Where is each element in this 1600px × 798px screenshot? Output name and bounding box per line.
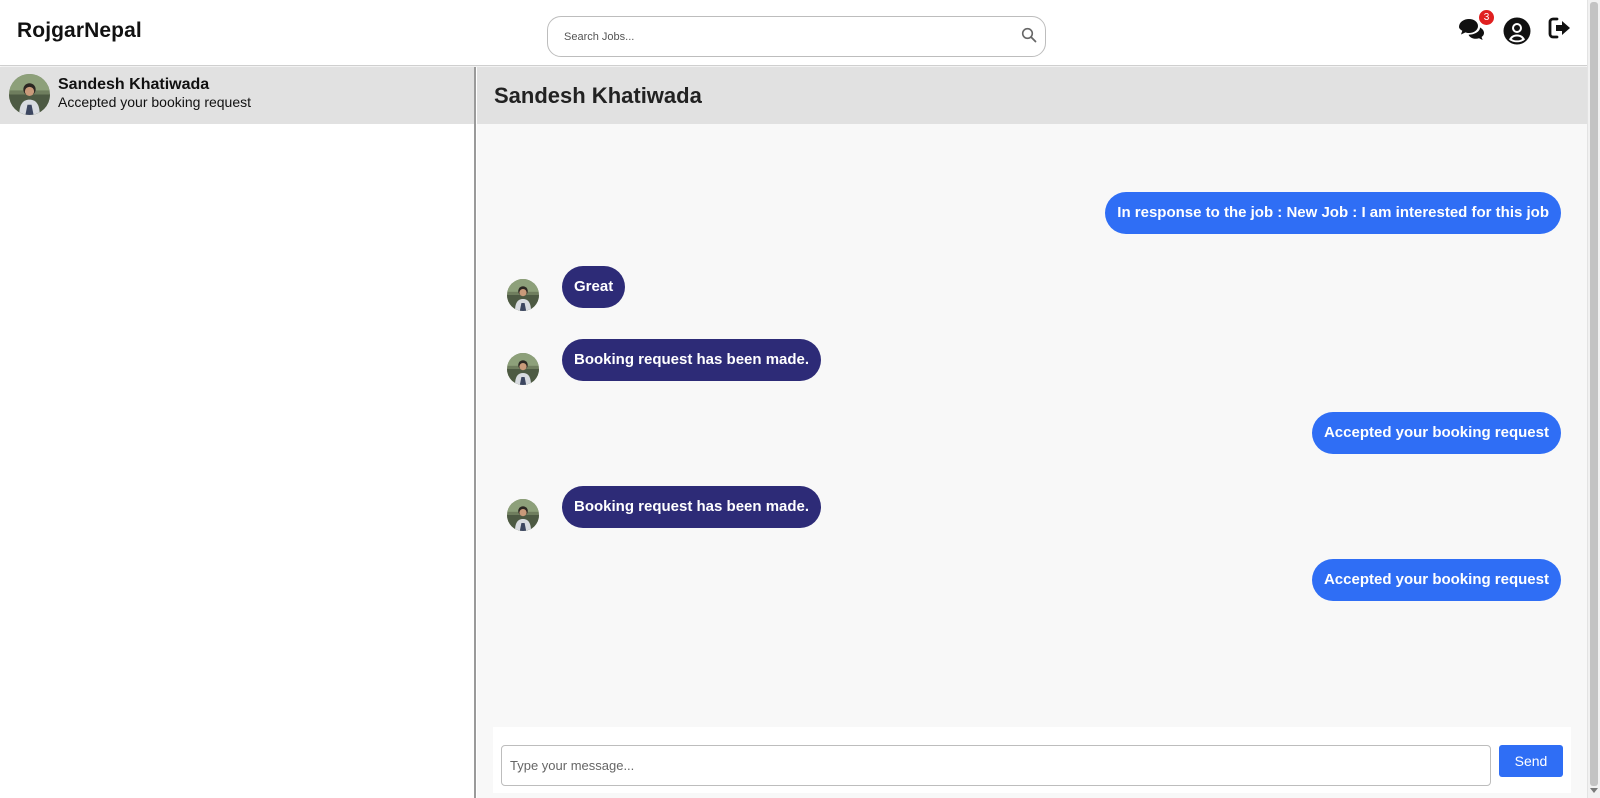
message-bubble-sent: Accepted your booking request (1311, 559, 1561, 601)
chat-title: Sandesh Khatiwada (494, 83, 702, 108)
message-bubble-sent: Accepted your booking request (1311, 412, 1561, 454)
scrollbar-thumb[interactable] (1590, 2, 1598, 786)
conversation-name: Sandesh Khatiwada (58, 76, 210, 93)
logout-button[interactable] (1546, 14, 1576, 44)
scroll-down-arrow-icon[interactable] (1590, 788, 1598, 793)
brand-logo[interactable]: RojgarNepal (17, 19, 142, 43)
search-icon[interactable] (1021, 27, 1037, 43)
message-bubble-received: Great (562, 266, 626, 308)
message-input[interactable] (501, 745, 1491, 786)
profile-button[interactable] (1502, 16, 1532, 46)
conversation-preview: Accepted your booking request (58, 94, 252, 110)
user-circle-icon (1503, 17, 1531, 45)
chat-header: Sandesh Khatiwada (477, 67, 1587, 124)
message-bubble-received: Booking request has been made. (562, 339, 822, 381)
conversation-list: Sandesh Khatiwada Accepted your booking … (0, 67, 476, 798)
message-bubble-sent: In response to the job : New Job : I am … (1105, 192, 1561, 234)
avatar (507, 353, 539, 385)
notification-badge: 3 (1479, 10, 1494, 25)
chat-panel: Sandesh Khatiwada In response to the job… (477, 67, 1587, 798)
search-input[interactable] (562, 25, 1002, 49)
logout-icon (1548, 17, 1570, 39)
avatar (507, 279, 539, 311)
search-bar (547, 16, 1046, 57)
message-composer: Send (493, 727, 1571, 793)
avatar (507, 499, 539, 531)
message-bubble-received: Booking request has been made. (562, 486, 822, 528)
page-scrollbar[interactable] (1587, 0, 1600, 798)
send-button[interactable]: Send (1499, 745, 1563, 777)
top-navbar: RojgarNepal 3 (0, 0, 1587, 66)
avatar (9, 74, 50, 115)
conversation-item[interactable]: Sandesh Khatiwada Accepted your booking … (0, 67, 474, 124)
